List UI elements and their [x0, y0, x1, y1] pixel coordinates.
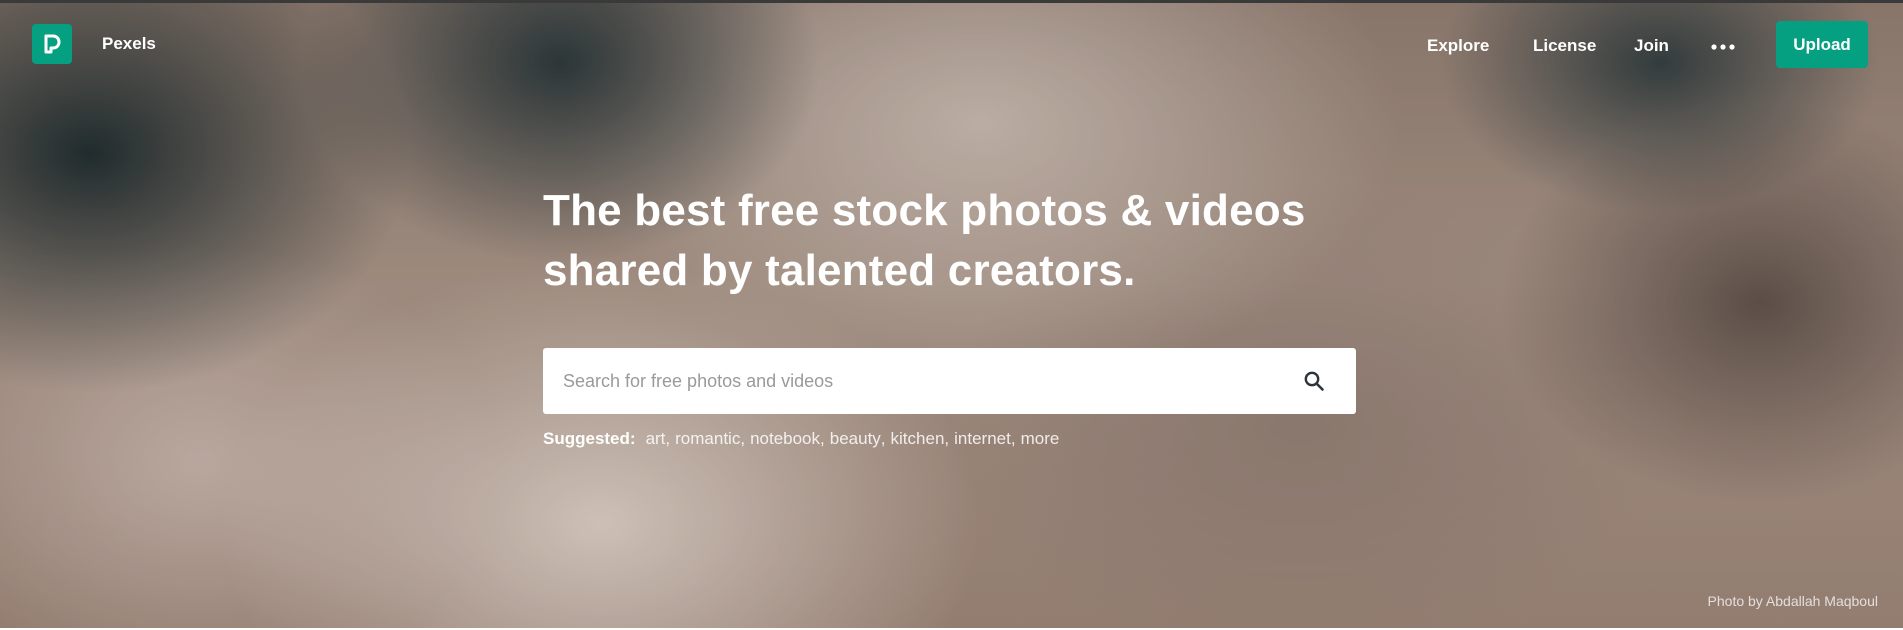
- magnifier-icon: [1304, 371, 1324, 391]
- suggested-searches: Suggested: art, romantic, notebook, beau…: [543, 429, 1059, 451]
- separator: ,: [1010, 429, 1016, 448]
- separator: ,: [820, 429, 825, 448]
- more-horizontal-icon[interactable]: [1710, 36, 1736, 58]
- nav-license-link[interactable]: License: [1533, 36, 1596, 56]
- headline-line-2: shared by talented creators.: [543, 246, 1136, 295]
- suggested-link-beauty[interactable]: beauty: [830, 429, 881, 449]
- separator: ,: [740, 429, 746, 448]
- logo-mark-icon: [44, 34, 61, 54]
- hero-headline: The best free stock photos & videos shar…: [543, 181, 1363, 301]
- suggested-link-notebook[interactable]: notebook: [750, 429, 820, 449]
- suggested-label: Suggested:: [543, 429, 636, 448]
- suggested-link-kitchen[interactable]: kitchen: [891, 429, 945, 449]
- hero-overlay: [0, 3, 1903, 630]
- nav-explore-link[interactable]: Explore: [1427, 36, 1489, 56]
- suggested-link-more[interactable]: more: [1021, 429, 1060, 449]
- suggested-link-internet[interactable]: internet: [954, 429, 1011, 449]
- nav-join-link[interactable]: Join: [1634, 36, 1669, 56]
- suggested-link-art[interactable]: art: [646, 429, 666, 449]
- separator: ,: [665, 429, 671, 448]
- search-input[interactable]: [563, 348, 1303, 414]
- page: Pexels Explore License Join Upload The b…: [0, 0, 1903, 630]
- brand-name[interactable]: Pexels: [102, 34, 156, 54]
- hero-background: Pexels Explore License Join Upload The b…: [0, 0, 1903, 630]
- separator: ,: [880, 429, 886, 448]
- headline-line-1: The best free stock photos & videos: [543, 186, 1306, 235]
- top-navigation: Pexels Explore License Join Upload: [0, 6, 1903, 82]
- pexels-logo-icon[interactable]: [32, 24, 72, 64]
- suggested-link-romantic[interactable]: romantic: [675, 429, 740, 449]
- search-bar: [543, 348, 1356, 414]
- separator: ,: [944, 429, 950, 448]
- search-icon[interactable]: [1300, 367, 1328, 395]
- photo-credit-link[interactable]: Photo by Abdallah Maqboul: [1708, 593, 1878, 609]
- dots-icon: [1711, 44, 1735, 50]
- upload-button[interactable]: Upload: [1776, 21, 1868, 68]
